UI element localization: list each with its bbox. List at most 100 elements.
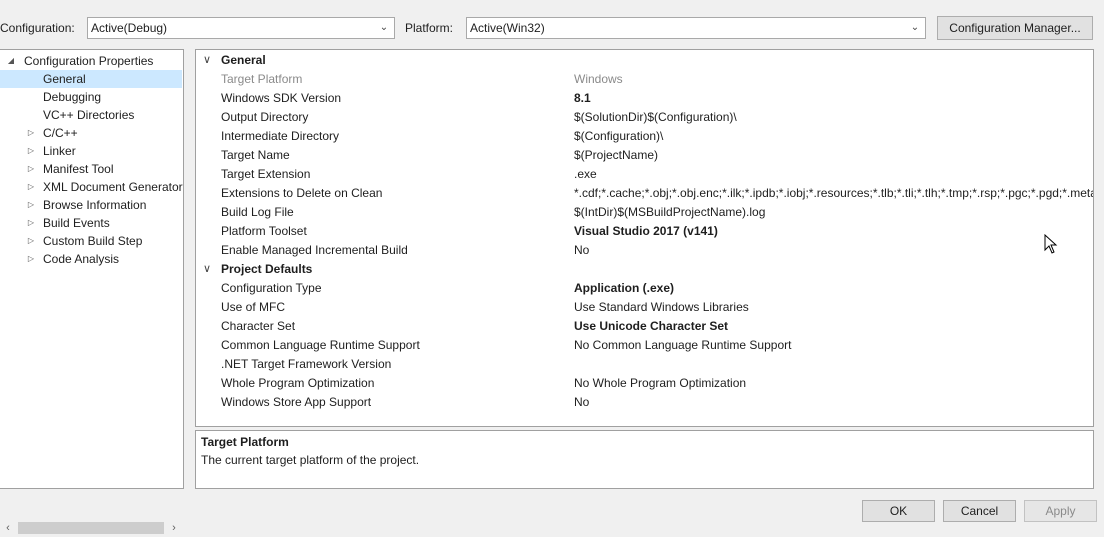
property-value[interactable]: 8.1	[574, 89, 591, 108]
property-name: Use of MFC	[221, 300, 286, 314]
property-name: Target Name	[221, 148, 290, 162]
chevron-down-icon[interactable]: ∨	[201, 260, 213, 279]
triangle-down-icon[interactable]: ◢	[6, 52, 16, 70]
tree-item-label: Code Analysis	[43, 252, 120, 266]
tree-item-build-events[interactable]: ▷ Build Events	[0, 214, 182, 232]
property-value[interactable]: Use Standard Windows Libraries	[574, 298, 749, 317]
property-value[interactable]: No	[574, 393, 589, 412]
tree-item-label: General	[43, 72, 86, 86]
tree-item-xml-document-generator[interactable]: ▷ XML Document Generator	[0, 178, 183, 196]
triangle-right-icon[interactable]: ▷	[26, 232, 36, 250]
tree-item-label: C/C++	[43, 126, 78, 140]
property-value[interactable]: $(SolutionDir)$(Configuration)\	[574, 108, 737, 127]
property-value[interactable]: Application (.exe)	[574, 279, 674, 298]
property-name: .NET Target Framework Version	[221, 357, 392, 371]
property-row[interactable]: .NET Target Framework Version	[196, 355, 1093, 374]
property-row[interactable]: Configuration Type Application (.exe)	[196, 279, 1093, 298]
property-value[interactable]: Windows	[574, 70, 623, 89]
property-name: Configuration Type	[221, 281, 322, 295]
property-row[interactable]: Target Platform Windows	[196, 70, 1093, 89]
property-value[interactable]: No Common Language Runtime Support	[574, 336, 791, 355]
property-row[interactable]: Character Set Use Unicode Character Set	[196, 317, 1093, 336]
tree-item-label: Manifest Tool	[43, 162, 114, 176]
property-name: Intermediate Directory	[221, 129, 340, 143]
tree-item-vc-directories[interactable]: VC++ Directories	[0, 106, 182, 124]
property-row[interactable]: Common Language Runtime Support No Common…	[196, 336, 1093, 355]
property-row[interactable]: Use of MFC Use Standard Windows Libraries	[196, 298, 1093, 317]
tree-item-c-c[interactable]: ▷ C/C++	[0, 124, 182, 142]
scroll-left-icon[interactable]: ‹	[1, 520, 15, 536]
category-general[interactable]: ∨ General	[196, 51, 1093, 70]
configuration-manager-button[interactable]: Configuration Manager...	[937, 16, 1093, 40]
chevron-down-icon[interactable]: ∨	[201, 51, 213, 70]
property-name: Target Extension	[221, 167, 311, 181]
tree-item-general[interactable]: General	[0, 70, 182, 88]
description-title: Target Platform	[201, 435, 289, 449]
property-name: Windows SDK Version	[221, 91, 342, 105]
property-row[interactable]: Whole Program Optimization No Whole Progr…	[196, 374, 1093, 393]
property-row[interactable]: Intermediate Directory $(Configuration)\	[196, 127, 1093, 146]
property-name: Build Log File	[221, 205, 294, 219]
tree-item-label: Linker	[43, 144, 76, 158]
property-row[interactable]: Build Log File $(IntDir)$(MSBuildProjectN…	[196, 203, 1093, 222]
ok-button[interactable]: OK	[862, 500, 935, 522]
category-project-defaults[interactable]: ∨ Project Defaults	[196, 260, 1093, 279]
property-row[interactable]: Target Extension .exe	[196, 165, 1093, 184]
property-value[interactable]: *.cdf;*.cache;*.obj;*.obj.enc;*.ilk;*.ip…	[574, 184, 1093, 203]
chevron-down-icon: ⌄	[910, 22, 920, 33]
triangle-right-icon[interactable]: ▷	[26, 142, 36, 160]
platform-dropdown[interactable]: Active(Win32) ⌄	[466, 17, 926, 39]
description-panel: Target Platform The current target platf…	[195, 430, 1094, 489]
tree-item-custom-build-step[interactable]: ▷ Custom Build Step	[0, 232, 182, 250]
tree-item-label: Build Events	[43, 216, 110, 230]
property-row[interactable]: Output Directory $(SolutionDir)$(Configur…	[196, 108, 1093, 127]
property-tree: ◢ Configuration Properties General Debugg…	[0, 49, 184, 537]
apply-button[interactable]: Apply	[1024, 500, 1097, 522]
category-name: General	[221, 53, 266, 67]
property-value[interactable]: Use Unicode Character Set	[574, 317, 728, 336]
description-text: The current target platform of the proje…	[201, 453, 420, 467]
property-row[interactable]: Windows SDK Version 8.1	[196, 89, 1093, 108]
tree-item-label: XML Document Generator	[43, 180, 183, 194]
tree-item-debugging[interactable]: Debugging	[0, 88, 182, 106]
triangle-right-icon[interactable]: ▷	[26, 196, 36, 214]
tree-item-code-analysis[interactable]: ▷ Code Analysis	[0, 250, 182, 268]
property-name: Platform Toolset	[221, 224, 307, 238]
property-name: Windows Store App Support	[221, 395, 372, 409]
property-grid: ∨ General Target Platform Windows Windows SD…	[195, 49, 1094, 427]
property-row[interactable]: Enable Managed Incremental Build No	[196, 241, 1093, 260]
chevron-down-icon: ⌄	[379, 22, 389, 33]
property-row[interactable]: Extensions to Delete on Clean *.cdf;*.cac…	[196, 184, 1093, 203]
tree-item-browse-information[interactable]: ▷ Browse Information	[0, 196, 182, 214]
tree-horizontal-scrollbar[interactable]: ‹ ›	[0, 519, 182, 537]
tree-item-manifest-tool[interactable]: ▷ Manifest Tool	[0, 160, 182, 178]
tree-root-configuration-properties[interactable]: ◢ Configuration Properties	[0, 52, 182, 70]
triangle-right-icon[interactable]: ▷	[26, 178, 36, 196]
property-value[interactable]: $(ProjectName)	[574, 146, 658, 165]
property-value[interactable]: .exe	[574, 165, 597, 184]
triangle-right-icon[interactable]: ▷	[26, 124, 36, 142]
cancel-button[interactable]: Cancel	[943, 500, 1016, 522]
triangle-right-icon[interactable]: ▷	[26, 214, 36, 232]
property-row[interactable]: Platform Toolset Visual Studio 2017 (v141…	[196, 222, 1093, 241]
scroll-right-icon[interactable]: ›	[167, 520, 181, 536]
property-name: Output Directory	[221, 110, 309, 124]
scrollbar-thumb[interactable]	[18, 522, 164, 534]
property-row[interactable]: Target Name $(ProjectName)	[196, 146, 1093, 165]
property-value[interactable]: No	[574, 241, 589, 260]
triangle-right-icon[interactable]: ▷	[26, 160, 36, 178]
tree-root-label: Configuration Properties	[24, 54, 154, 68]
property-name: Character Set	[221, 319, 296, 333]
tree-item-label: Browse Information	[43, 198, 147, 212]
triangle-right-icon[interactable]: ▷	[26, 250, 36, 268]
property-value[interactable]: $(Configuration)\	[574, 127, 663, 146]
property-value[interactable]: $(IntDir)$(MSBuildProjectName).log	[574, 203, 765, 222]
tree-item-label: VC++ Directories	[43, 108, 135, 122]
property-row[interactable]: Windows Store App Support No	[196, 393, 1093, 412]
category-name: Project Defaults	[221, 262, 313, 276]
configuration-dropdown[interactable]: Active(Debug) ⌄	[87, 17, 395, 39]
property-name: Common Language Runtime Support	[221, 338, 420, 352]
tree-item-linker[interactable]: ▷ Linker	[0, 142, 182, 160]
property-value[interactable]: Visual Studio 2017 (v141)	[574, 222, 718, 241]
property-value[interactable]: No Whole Program Optimization	[574, 374, 746, 393]
